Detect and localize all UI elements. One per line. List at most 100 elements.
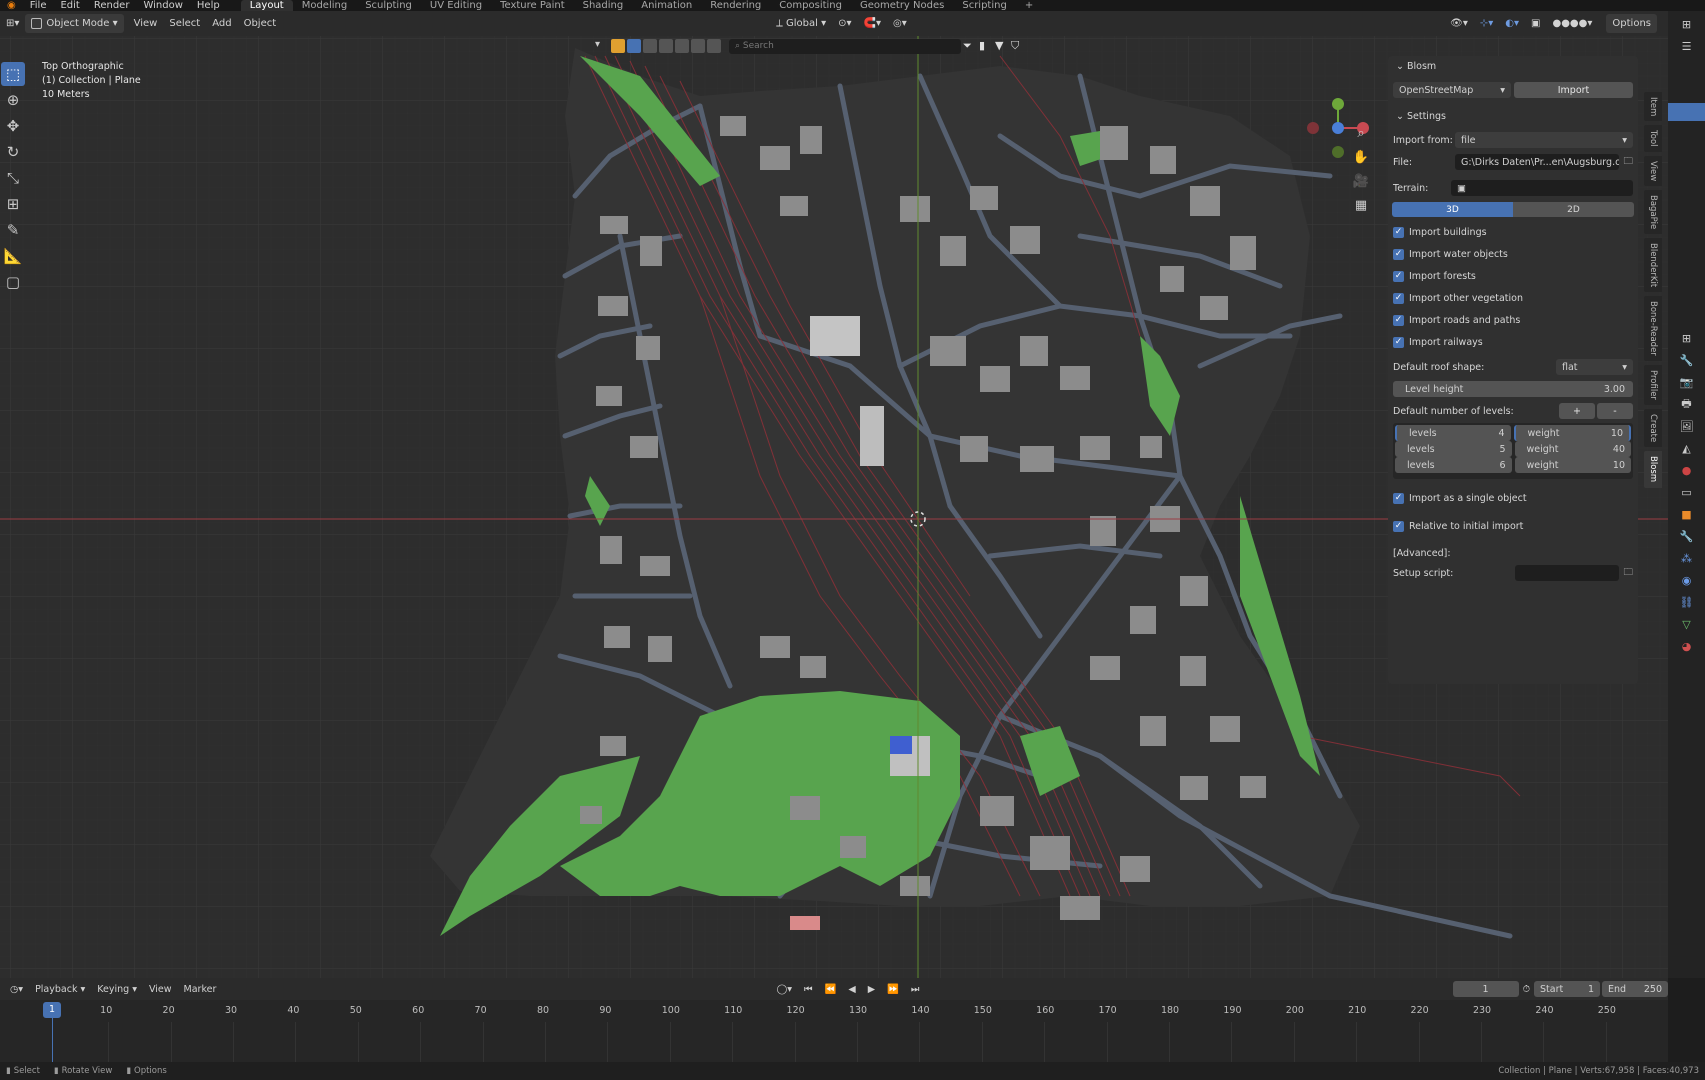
levels-list-row[interactable]: levels 6 weight 10 bbox=[1395, 457, 1631, 473]
next-keyframe-icon[interactable]: ⏩ bbox=[881, 980, 905, 999]
viewport-search-input[interactable]: ⌕ Search bbox=[729, 38, 961, 54]
menu-window[interactable]: Window bbox=[136, 0, 189, 11]
mode-2d-button[interactable]: 2D bbox=[1513, 202, 1634, 217]
tab-scripting[interactable]: Scripting bbox=[953, 0, 1015, 11]
tab-rendering[interactable]: Rendering bbox=[701, 0, 770, 11]
rotate-icon[interactable]: ↻ bbox=[1, 140, 25, 164]
menu-render[interactable]: Render bbox=[87, 0, 137, 11]
ntab-bone-reader[interactable]: Bone-Reader bbox=[1644, 296, 1662, 362]
ntab-bagapie[interactable]: BagaPie bbox=[1644, 190, 1662, 235]
menu-keying[interactable]: Keying ▾ bbox=[91, 980, 143, 999]
zoom-icon[interactable]: ⌕ bbox=[1352, 126, 1370, 144]
check-buildings[interactable]: ✓ Import buildings bbox=[1388, 221, 1638, 243]
scale-icon[interactable]: ⤡ bbox=[1, 166, 25, 190]
ntab-profiler[interactable]: Profiler bbox=[1644, 365, 1662, 406]
check-vegetation[interactable]: ✓ Import other vegetation bbox=[1388, 287, 1638, 309]
mode-3d-button[interactable]: 3D bbox=[1392, 202, 1513, 217]
material-props-icon[interactable]: ◕ bbox=[1678, 637, 1696, 655]
tab-layout[interactable]: Layout bbox=[240, 0, 293, 11]
menu-select[interactable]: Select bbox=[163, 14, 206, 33]
jump-start-icon[interactable]: ⏮ bbox=[798, 980, 819, 999]
editor-type-icon[interactable]: ⊞▾ bbox=[0, 14, 25, 33]
ntab-item[interactable]: Item bbox=[1644, 92, 1662, 122]
menu-object[interactable]: Object bbox=[238, 14, 283, 33]
tab-uv-editing[interactable]: UV Editing bbox=[421, 0, 491, 11]
proportional-edit-icon[interactable]: ◎▾ bbox=[887, 14, 913, 33]
menu-timeline-view[interactable]: View bbox=[143, 980, 178, 999]
select-mode-icon[interactable] bbox=[627, 39, 641, 53]
shading-icon-1[interactable] bbox=[643, 39, 657, 53]
grid-icon[interactable]: ▦ bbox=[1352, 198, 1370, 216]
modifier-props-icon[interactable]: 🔧 bbox=[1678, 527, 1696, 545]
transform-orientation[interactable]: ⟂ Global ▾ bbox=[770, 14, 832, 33]
end-frame-field[interactable]: End 250 bbox=[1602, 981, 1668, 997]
menu-view[interactable]: View bbox=[128, 14, 164, 33]
select-box-icon[interactable]: ⬚ bbox=[1, 62, 25, 86]
overlay-toggle-icon[interactable]: ◐▾ bbox=[1499, 14, 1525, 33]
check-relative-import[interactable]: ✓ Relative to initial import bbox=[1388, 515, 1638, 537]
xray-icon[interactable]: ▣ bbox=[1525, 14, 1546, 33]
outliner-row-icon[interactable] bbox=[1668, 103, 1705, 121]
tab-geometry-nodes[interactable]: Geometry Nodes bbox=[851, 0, 953, 11]
folder-icon[interactable]: 🗀 bbox=[1623, 565, 1633, 581]
roof-dropdown[interactable]: flat ▾ bbox=[1556, 359, 1633, 375]
3d-viewport[interactable]: ▾ ⌕ Search ⏷ ▮ ▼ ⛉ Top Orthographic (1) … bbox=[0, 36, 1668, 978]
check-single-object[interactable]: ✓ Import as a single object bbox=[1388, 487, 1638, 509]
snap-icon[interactable]: 🧲▾ bbox=[858, 14, 887, 33]
collection-props-icon[interactable]: ▭ bbox=[1678, 483, 1696, 501]
tab-texture-paint[interactable]: Texture Paint bbox=[491, 0, 574, 11]
levels-list-row[interactable]: levels 4 weight 10 bbox=[1395, 425, 1631, 441]
jump-end-icon[interactable]: ⏭ bbox=[905, 980, 926, 999]
output-props-icon[interactable]: 🖶 bbox=[1678, 395, 1696, 413]
level-height-field[interactable]: Level height 3.00 bbox=[1393, 381, 1633, 397]
shading-icon-3[interactable] bbox=[675, 39, 689, 53]
blender-logo-icon[interactable]: ◉ bbox=[0, 0, 23, 11]
pivot-icon[interactable]: ⊙▾ bbox=[832, 14, 857, 33]
world-props-icon[interactable]: ● bbox=[1678, 461, 1696, 479]
menu-playback[interactable]: Playback ▾ bbox=[29, 980, 91, 999]
options-button[interactable]: Options bbox=[1606, 14, 1657, 33]
constraints-props-icon[interactable]: ⛓ bbox=[1678, 593, 1696, 611]
start-frame-field[interactable]: Start 1 bbox=[1534, 981, 1600, 997]
properties-editor-icon[interactable]: ⊞ bbox=[1678, 329, 1696, 347]
data-props-icon[interactable]: ▽ bbox=[1678, 615, 1696, 633]
editor-type-icon[interactable]: ◷▾ bbox=[4, 980, 29, 999]
shield-icon[interactable]: ⛉ bbox=[1011, 39, 1025, 53]
ntab-blosm[interactable]: Blosm bbox=[1644, 451, 1662, 488]
transform-icon[interactable]: ⊞ bbox=[1, 192, 25, 216]
filter-color-icon[interactable] bbox=[611, 39, 625, 53]
playhead[interactable]: 1 bbox=[43, 1002, 61, 1018]
blosm-header[interactable]: ⌄ Blosm bbox=[1388, 56, 1638, 76]
tab-sculpting[interactable]: Sculpting bbox=[356, 0, 421, 11]
shading-solid-icon[interactable]: ●●●●▾ bbox=[1546, 14, 1598, 33]
play-icon[interactable]: ▶ bbox=[862, 980, 881, 999]
settings-header[interactable]: ⌄ Settings bbox=[1388, 106, 1638, 126]
add-level-button[interactable]: + bbox=[1559, 403, 1595, 419]
levels-list-row[interactable]: levels 5 weight 40 bbox=[1395, 441, 1631, 457]
terrain-field[interactable]: ▣ bbox=[1451, 180, 1633, 196]
ntab-create[interactable]: Create bbox=[1644, 409, 1662, 448]
tab-shading[interactable]: Shading bbox=[574, 0, 633, 11]
filter-icon[interactable]: ⏷ bbox=[963, 39, 977, 53]
prev-keyframe-icon[interactable]: ⏪ bbox=[819, 980, 843, 999]
tool-props-icon[interactable]: 🔧 bbox=[1678, 351, 1696, 369]
pan-hand-icon[interactable]: ✋ bbox=[1352, 150, 1370, 168]
render-props-icon[interactable]: 📷 bbox=[1678, 373, 1696, 391]
camera-icon[interactable]: 🎥 bbox=[1352, 174, 1370, 192]
collection-dropdown-icon[interactable]: ▾ bbox=[595, 39, 609, 53]
shading-icon-2[interactable] bbox=[659, 39, 673, 53]
timeline-ruler[interactable]: 10 20 30 40 50 60 70 80 90 100 110 120 130 140 150 160 1… bbox=[0, 1000, 1668, 1062]
annotate-icon[interactable]: ✎ bbox=[1, 218, 25, 242]
scene-props-icon[interactable]: ◭ bbox=[1678, 439, 1696, 457]
add-cube-icon[interactable]: ▢ bbox=[1, 270, 25, 294]
view-layer-icon[interactable]: 🖼 bbox=[1678, 417, 1696, 435]
folder-icon[interactable]: 🗀 bbox=[1623, 154, 1633, 170]
funnel-icon[interactable]: ▼ bbox=[995, 39, 1009, 53]
record-icon[interactable]: ◯▾ bbox=[771, 980, 798, 999]
tab-compositing[interactable]: Compositing bbox=[770, 0, 851, 11]
menu-file[interactable]: File bbox=[23, 0, 54, 11]
setup-script-input[interactable] bbox=[1515, 565, 1620, 581]
ntab-blenderkit[interactable]: BlenderKit bbox=[1644, 238, 1662, 293]
stopwatch-icon[interactable]: ⏱ bbox=[1523, 984, 1530, 995]
import-button[interactable]: Import bbox=[1514, 82, 1633, 98]
